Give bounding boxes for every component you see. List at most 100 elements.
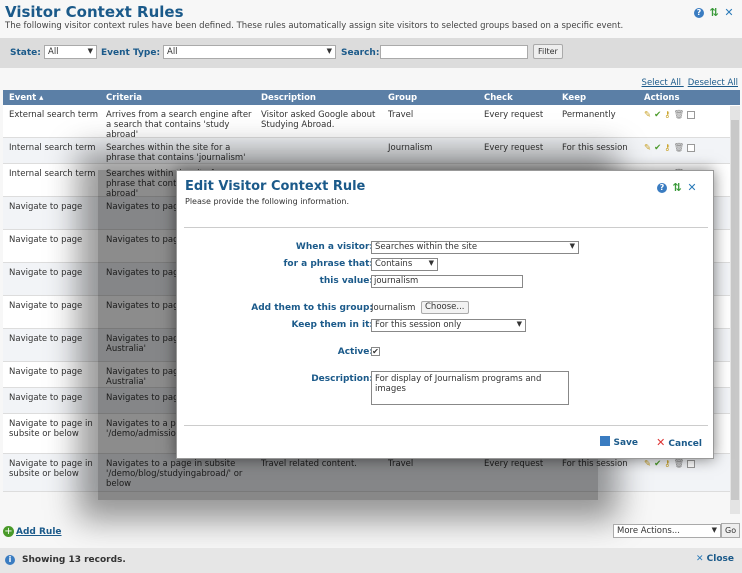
event-type-select[interactable]: All ▼ [163,45,336,59]
column-check[interactable]: Check [484,93,513,103]
cell-description: Visitor asked Google about Studying Abro… [261,110,376,130]
close-icon[interactable]: ✕ [687,182,697,193]
record-count: Showing 13 records. [22,555,126,565]
dialog-title: Edit Visitor Context Rule [185,179,366,194]
table-row[interactable]: External search term Arrives from a searc… [3,105,740,140]
cell-event: Navigate to page [9,334,83,344]
phrase-select[interactable]: Contains ▼ [371,258,438,271]
chevron-down-icon: ▼ [326,47,332,55]
cell-criteria: Searches within the site for a phrase th… [106,143,246,163]
cell-event: Internal search term [9,143,96,153]
delete-icon[interactable]: 🗑 [673,110,684,120]
check-icon[interactable]: ✔ [654,110,661,120]
key-icon[interactable]: ⚷ [664,459,670,469]
check-icon[interactable]: ✔ [654,459,661,469]
cell-group: Journalism [388,143,433,153]
go-button[interactable]: Go [721,523,741,538]
row-actions: ✎✔⚷🗑 [644,110,696,120]
state-select[interactable]: All ▼ [44,45,97,59]
help-icon[interactable]: ? [657,183,667,193]
description-label: Description: [311,374,373,384]
deselect-all-link[interactable]: Deselect All [688,78,738,88]
cell-event: Navigate to page [9,367,83,377]
add-icon[interactable]: + [3,526,14,537]
cell-event: Navigate to page [9,393,83,403]
row-checkbox[interactable] [687,111,696,119]
column-group[interactable]: Group [388,93,417,103]
edit-icon[interactable]: ✎ [644,459,651,469]
choose-button[interactable]: Choose... [421,301,469,314]
when-select[interactable]: Searches within the site ▼ [371,241,579,254]
search-input[interactable] [380,45,528,59]
column-criteria[interactable]: Criteria [106,93,142,103]
cell-event: Navigate to page [9,268,83,278]
cell-event: Navigate to page in subsite or below [9,459,93,479]
search-label: Search: [341,48,380,58]
delete-icon[interactable]: 🗑 [673,459,684,469]
refresh-icon[interactable]: ⇅ [709,7,719,18]
help-icon[interactable]: ? [694,8,704,18]
row-checkbox[interactable] [687,460,696,468]
filter-button[interactable]: Filter [533,44,563,59]
keep-select[interactable]: For this session only ▼ [371,319,526,332]
close-button[interactable]: ✕ Close [696,554,734,564]
cell-event: Navigate to page in subsite or below [9,419,93,439]
edit-rule-dialog: Edit Visitor Context Rule Please provide… [176,170,714,459]
table-header: Event ▴ Criteria Description Group Check… [3,90,740,105]
check-icon[interactable]: ✔ [654,143,661,153]
select-all-link[interactable]: Select All [642,78,681,88]
cell-event: External search term [9,110,99,120]
delete-icon[interactable]: 🗑 [673,143,684,153]
column-actions: Actions [644,93,680,103]
edit-icon[interactable]: ✎ [644,143,651,153]
cancel-icon: ✕ [656,436,666,449]
column-event[interactable]: Event ▴ [9,93,43,103]
close-icon[interactable]: ✕ [724,7,734,18]
group-label: Add them to this group: [251,303,373,313]
page-header: Visitor Context Rules The following visi… [0,0,742,36]
chevron-down-icon: ▼ [711,526,717,534]
group-value: Journalism [371,303,416,313]
cell-check: Every request [484,110,544,120]
state-label: State: [10,48,41,58]
cell-criteria: Arrives from a search engine after a sea… [106,110,252,140]
description-textarea[interactable]: For display of Journalism programs and i… [371,371,569,405]
refresh-icon[interactable]: ⇅ [672,182,682,193]
chevron-down-icon: ▼ [516,320,522,328]
cell-keep: For this session [562,143,628,153]
value-label: this value: [319,276,373,286]
dialog-footer: Save ✕ Cancel [184,425,708,455]
table-scrollbar[interactable] [730,106,740,514]
cell-event: Navigate to page [9,202,83,212]
active-label: Active: [337,347,373,357]
column-keep[interactable]: Keep [562,93,586,103]
dialog-subtitle: Please provide the following information… [185,197,349,206]
row-checkbox[interactable] [687,144,696,152]
cell-event: Internal search term [9,169,96,179]
cell-event: Navigate to page [9,235,83,245]
chevron-down-icon: ▼ [569,242,575,250]
row-actions: ✎✔⚷🗑 [644,143,696,153]
row-actions: ✎✔⚷🗑 [644,459,696,469]
active-checkbox[interactable]: ✔ [371,347,380,356]
save-button[interactable]: Save [600,436,638,448]
key-icon[interactable]: ⚷ [664,143,670,153]
filter-bar: State: All ▼ Event Type: All ▼ Search: Fil… [0,38,742,68]
cell-check: Every request [484,143,544,153]
edit-icon[interactable]: ✎ [644,110,651,120]
status-bar: i Showing 13 records. ✕ Close [0,548,742,573]
scrollbar-thumb[interactable] [731,120,739,500]
when-label: When a visitor: [295,242,373,252]
cancel-button[interactable]: ✕ Cancel [656,436,702,449]
chevron-down-icon: ▼ [87,47,93,55]
table-row[interactable]: Internal search term Searches within the … [3,138,740,164]
key-icon[interactable]: ⚷ [664,110,670,120]
add-rule-link[interactable]: Add Rule [16,527,62,537]
chevron-down-icon: ▼ [428,259,434,267]
value-input[interactable]: journalism [371,275,523,288]
column-description[interactable]: Description [261,93,316,103]
page-footer: + Add Rule More Actions... ▼ Go i Showing… [0,520,742,573]
more-actions-select[interactable]: More Actions... ▼ [613,524,721,538]
event-type-label: Event Type: [101,48,161,58]
page-subtitle: The following visitor context rules have… [5,21,624,31]
